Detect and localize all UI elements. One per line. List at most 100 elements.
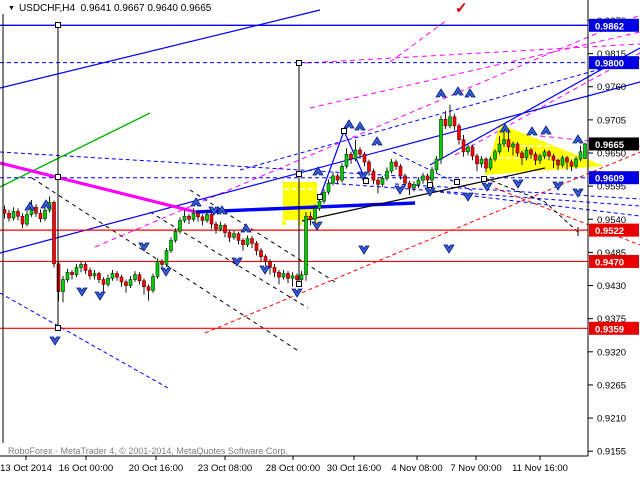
candle-body [313,208,317,220]
candle-body [227,232,232,238]
fractal-down-icon [49,336,61,346]
rising-channel-magenta-1[interactable] [94,14,640,248]
drag-handle[interactable] [481,176,487,182]
fractal-down-icon [259,265,271,275]
candle-body [385,170,389,179]
candle-body [173,231,178,241]
blue-dashed-bottom-left[interactable] [0,292,169,389]
candle-body [124,281,128,286]
candle-body [20,215,25,225]
candle-body [560,157,565,166]
fractal-down-icon [552,181,564,191]
candle-body [533,153,538,161]
drag-handle[interactable] [296,281,302,287]
fractal-down-icon [291,288,303,298]
candle-body [538,155,542,161]
candle-body [439,118,443,160]
fractal-up-icon [354,121,366,131]
candle-body [511,143,515,148]
candle-body [479,158,484,165]
candle-body [74,267,79,275]
candle-body [425,175,430,181]
drag-handle[interactable] [341,128,347,134]
drag-handle[interactable] [296,171,302,177]
chart-canvas[interactable]: 0.98700.98150.97600.97050.96500.95950.95… [0,0,640,480]
candle-body [281,273,286,278]
chart-title: ▼ USDCHF,H4 0.9641 0.9667 0.9640 0.9665 [8,3,211,14]
candle-body [308,215,313,220]
candle-body [259,250,263,257]
x-tick-label: 7 Nov 00:00 [450,463,501,474]
drag-handle[interactable] [296,60,302,66]
fractal-up-icon [540,125,552,135]
candle-body [214,223,218,230]
drag-handle[interactable] [55,325,61,331]
drag-handle[interactable] [55,174,61,180]
blue-dashed-mid-descending[interactable] [0,151,401,177]
fractal-up-icon [240,223,252,233]
candle-body [83,264,88,271]
candle-body [367,161,371,172]
rising-channel-magenta-4[interactable] [389,19,448,63]
drag-handle[interactable] [454,179,460,185]
candle-body [110,273,115,279]
candle-body [583,143,587,159]
descending-channel-dashed-3[interactable] [149,211,309,309]
ohlc-low: 0.9640 [147,3,178,14]
candle-body [92,273,97,277]
candle-body [443,118,448,127]
y-tick-label: 0.9320 [597,347,626,358]
candle-body [475,155,479,165]
candle-body [506,139,511,148]
checkmark-object[interactable]: ✓ [455,0,468,17]
candle-body [196,212,200,218]
fractal-down-icon [462,192,474,202]
fractal-up-icon [343,119,355,129]
candle-body [11,211,16,219]
candle-body [502,139,506,145]
candle-body [430,169,434,181]
fractal-up-icon [371,136,383,146]
candle-body [160,261,164,265]
candle-body [416,179,421,185]
candle-body [236,233,241,241]
fractal-down-icon [572,188,584,198]
y-tick-label: 0.9155 [597,447,626,458]
yellow-consolidation-rectangle[interactable] [283,182,317,220]
candle-body [317,200,322,209]
price-badge-label: 0.9862 [595,21,624,32]
candle-body [241,240,245,245]
candle-body [295,275,299,280]
drag-handle[interactable] [427,182,433,188]
x-tick-label: 23 Oct 08:00 [198,463,252,474]
candle-body [209,214,214,225]
candle-body [304,215,308,275]
fractal-up-icon [435,88,447,98]
y-tick-label: 0.9265 [597,380,626,391]
candle-body [101,279,106,285]
candle-body [299,274,304,280]
candle-body [254,243,259,251]
candle-body [353,149,358,160]
chart-symbol-timeframe: USDCHF,H4 [18,3,76,14]
fractal-up-icon [526,126,538,136]
forecast-projection-dashed[interactable] [484,177,579,233]
mt4-chart-window: 0.98700.98150.97600.97050.96500.95950.95… [0,0,640,480]
candle-body [178,220,182,232]
drag-handle[interactable] [363,178,369,184]
candle-body [457,125,461,141]
drag-handle[interactable] [55,22,61,28]
chart-dropdown-icon[interactable]: ▼ [8,5,15,12]
candle-body [97,273,101,280]
candle-body [497,143,502,153]
drag-handle[interactable] [317,194,323,200]
x-tick-label: 4 Nov 08:00 [391,463,442,474]
candle-body [146,286,151,291]
candle-body [466,146,470,153]
rectangle-handle[interactable] [282,221,286,225]
blue-trendline-topleft[interactable] [0,9,321,89]
green-trendline[interactable] [0,112,151,188]
candle-body [574,158,578,167]
candle-body [250,238,254,244]
watermark: RoboForex - MetaTrader 4, © 2001-2014, M… [8,446,288,456]
